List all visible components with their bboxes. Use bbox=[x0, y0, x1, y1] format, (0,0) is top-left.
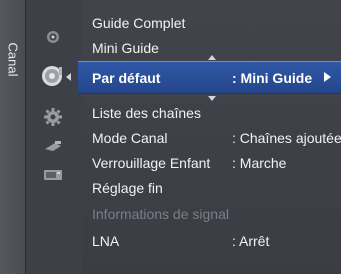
menu-item-guide-complet[interactable]: Guide Complet bbox=[92, 15, 185, 31]
lna-value: : Arrêt bbox=[232, 233, 270, 249]
menu-item-liste-des-chaines[interactable]: Liste des chaînes bbox=[92, 105, 201, 121]
scroll-up-icon bbox=[208, 55, 216, 60]
verrouillage-enfant-value: : Marche bbox=[232, 155, 287, 171]
menu-item-informations-de-signal: Informations de signal bbox=[92, 206, 229, 222]
input-plug-icon[interactable] bbox=[40, 133, 66, 159]
tv-menu-screen: Canal Guide Complet Mini Guide Liste des… bbox=[0, 0, 341, 274]
mode-canal-value: : Chaînes ajoutées bbox=[232, 130, 341, 146]
category-icon-column bbox=[26, 0, 82, 274]
menu-item-verrouillage-enfant[interactable]: Verrouillage Enfant bbox=[92, 155, 210, 171]
right-arrow-icon[interactable] bbox=[324, 72, 331, 82]
par-defaut-value: : Mini Guide bbox=[232, 70, 313, 86]
menu-panel: Guide Complet Mini Guide Liste des chaîn… bbox=[82, 0, 341, 274]
left-caret-icon bbox=[66, 73, 71, 81]
picture-icon[interactable] bbox=[40, 24, 66, 50]
menu-item-mini-guide[interactable]: Mini Guide bbox=[92, 40, 159, 56]
side-tab-label: Canal bbox=[5, 42, 21, 77]
gear-icon[interactable] bbox=[40, 104, 66, 130]
side-tab-canal[interactable]: Canal bbox=[0, 0, 26, 274]
menu-item-mode-canal[interactable]: Mode Canal bbox=[92, 130, 168, 146]
application-box-icon[interactable] bbox=[40, 162, 66, 188]
menu-item-reglage-fin[interactable]: Réglage fin bbox=[92, 180, 163, 196]
menu-item-lna[interactable]: LNA bbox=[92, 233, 119, 249]
scroll-down-icon bbox=[208, 96, 216, 101]
menu-item-par-defaut[interactable]: Par défaut bbox=[92, 70, 160, 86]
satellite-dish-icon[interactable] bbox=[40, 63, 66, 89]
